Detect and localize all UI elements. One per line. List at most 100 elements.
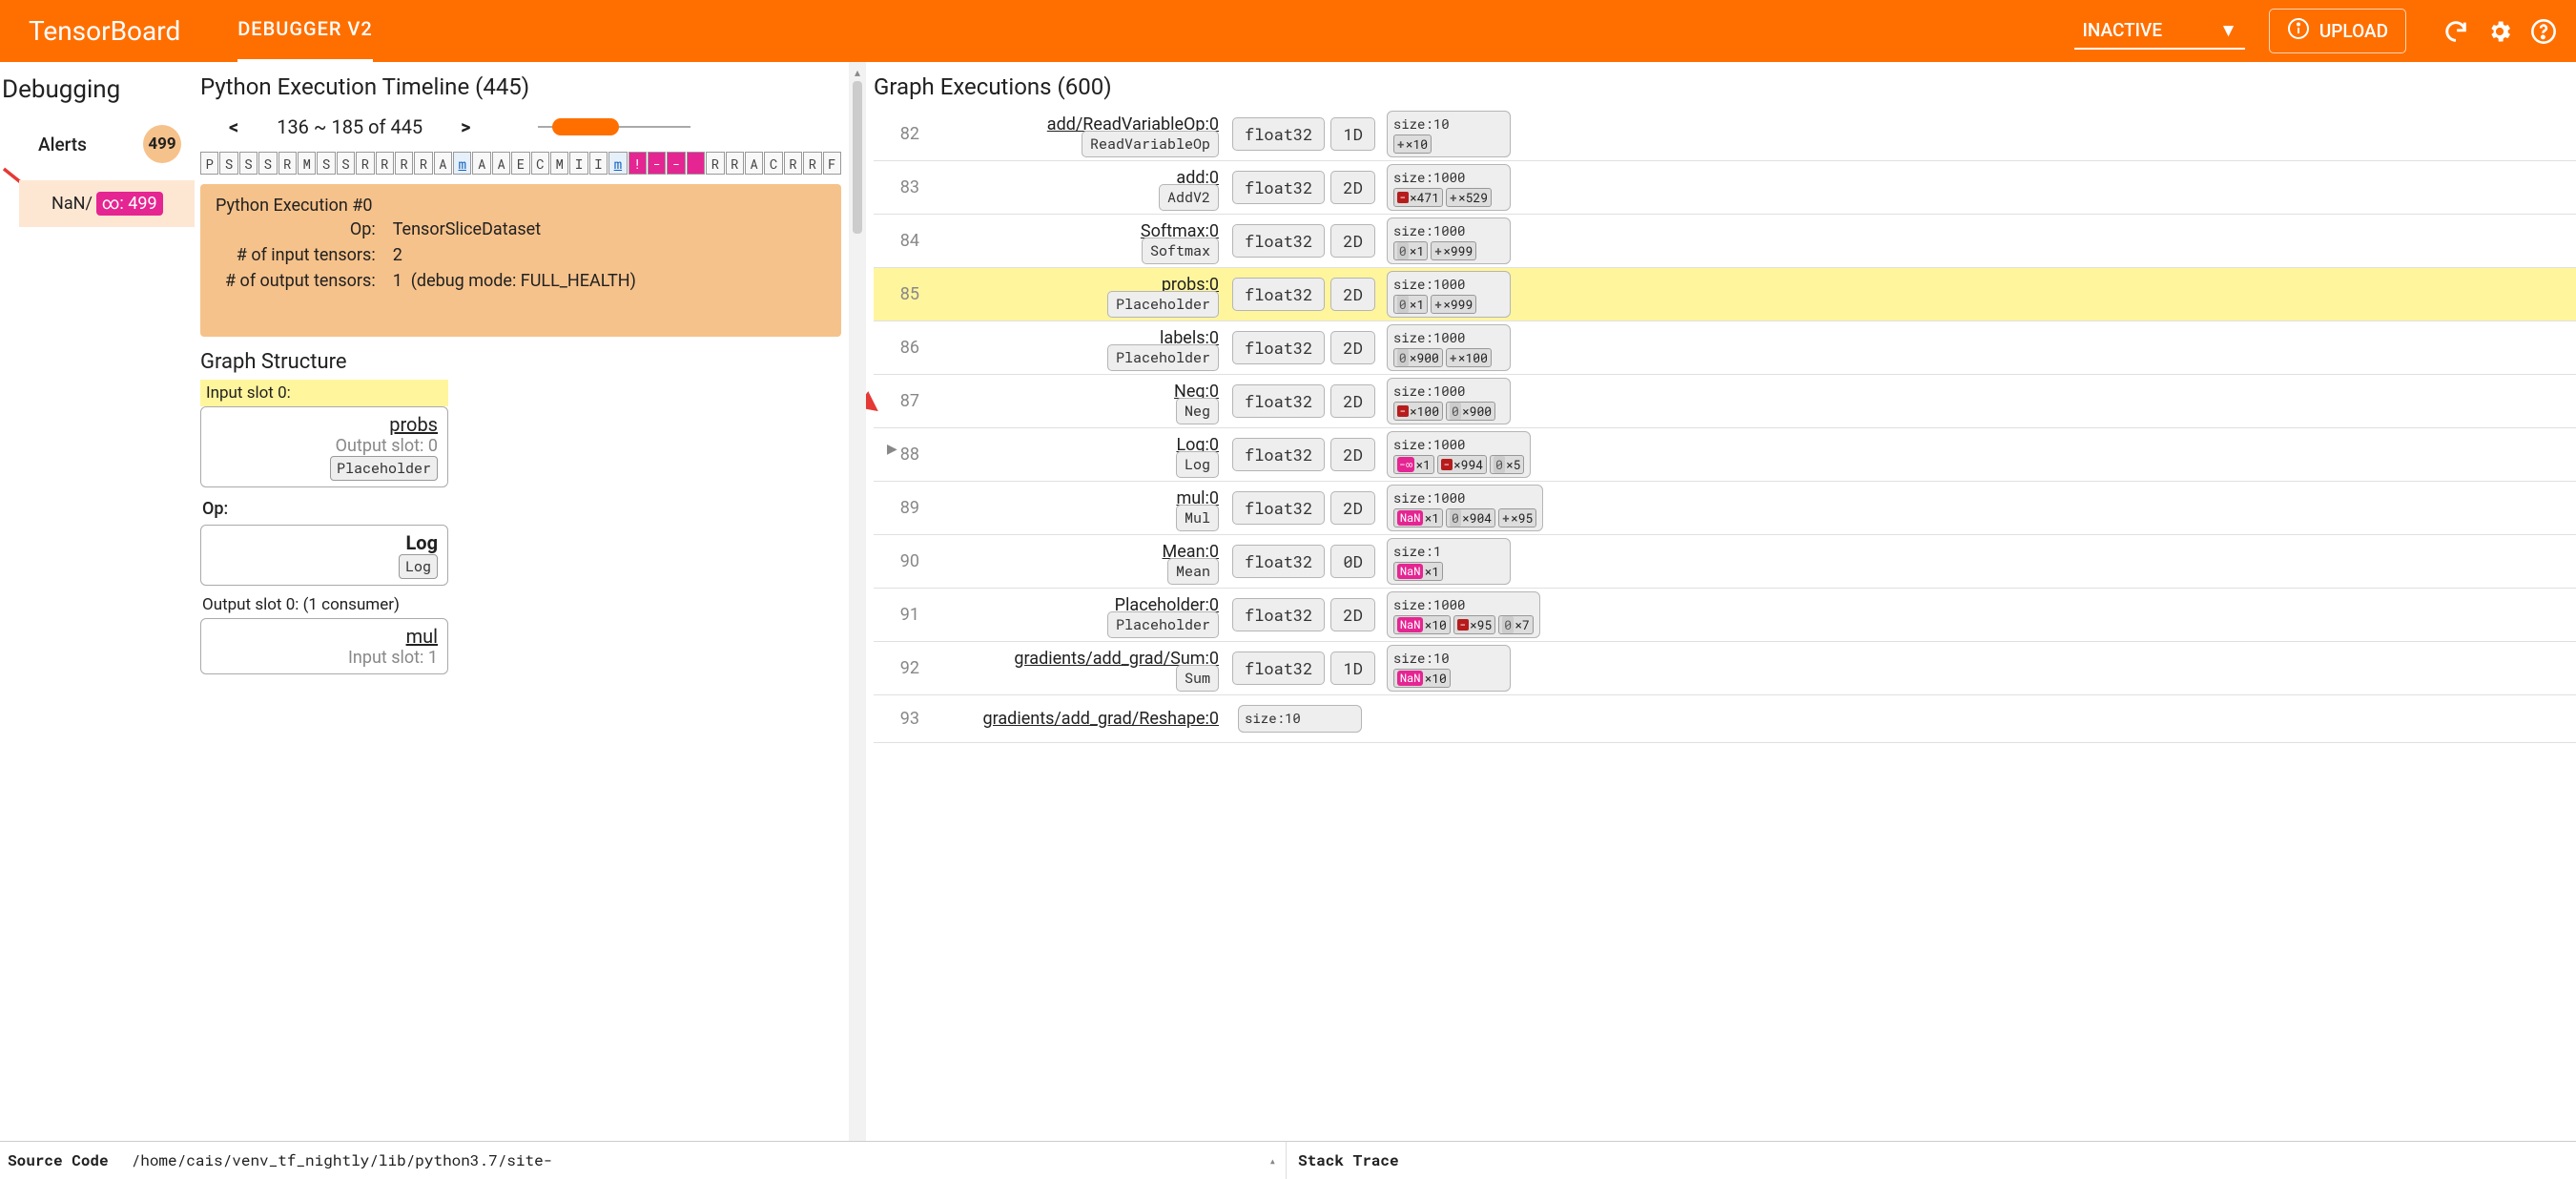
ge-name-cell: mul:0Mul bbox=[931, 488, 1226, 527]
ge-dtype-chip: float32 bbox=[1232, 278, 1325, 311]
timeline-next-button[interactable]: > bbox=[461, 115, 470, 138]
chevron-up-icon: ▴ bbox=[1269, 1153, 1276, 1169]
ge-name-cell: Neg:0Neg bbox=[931, 382, 1226, 421]
gear-icon[interactable] bbox=[2486, 18, 2513, 45]
footer: Source Code /home/cais/venv_tf_nightly/l… bbox=[0, 1141, 2576, 1179]
timeline-cell[interactable]: R bbox=[726, 152, 744, 175]
timeline-cell[interactable]: R bbox=[706, 152, 724, 175]
ge-op-chip: Mean bbox=[1167, 558, 1219, 585]
ge-index: 83 bbox=[874, 177, 931, 197]
alerts-label: Alerts bbox=[38, 134, 87, 155]
ge-row[interactable]: 89mul:0Mulfloat322Dsize:1000NaN×10×904+×… bbox=[874, 482, 2576, 535]
ge-row[interactable]: 92gradients/add_grad/Sum:0Sumfloat321Dsi… bbox=[874, 642, 2576, 695]
timeline-cell[interactable]: m bbox=[453, 152, 471, 175]
ge-tensor-link[interactable]: Log:0 bbox=[931, 435, 1219, 455]
ge-name-cell: Mean:0Mean bbox=[931, 542, 1226, 581]
timeline-cell[interactable]: R bbox=[803, 152, 821, 175]
timeline-cell[interactable]: A bbox=[472, 152, 490, 175]
ge-dtype-chip: float32 bbox=[1232, 545, 1325, 578]
timeline-prev-button[interactable]: < bbox=[229, 115, 238, 138]
timeline-cell[interactable]: R bbox=[414, 152, 432, 175]
ge-dim-chip: 1D bbox=[1330, 652, 1374, 685]
timeline-cell[interactable]: R bbox=[395, 152, 413, 175]
ge-row[interactable]: 87Neg:0Negfloat322Dsize:1000-×1000×900 bbox=[874, 375, 2576, 428]
timeline-cell[interactable]: R bbox=[376, 152, 394, 175]
timeline-cell[interactable]: S bbox=[219, 152, 237, 175]
ge-tensor-link[interactable]: gradients/add_grad/Reshape:0 bbox=[931, 709, 1219, 729]
timeline-cell[interactable]: - bbox=[667, 152, 685, 175]
center-scrollbar[interactable] bbox=[849, 62, 866, 1141]
timeline-cell[interactable]: M bbox=[298, 152, 316, 175]
timeline-cell[interactable]: A bbox=[434, 152, 452, 175]
ge-op-chip: Mul bbox=[1176, 505, 1219, 531]
ge-row[interactable]: 91Placeholder:0Placeholderfloat322Dsize:… bbox=[874, 589, 2576, 642]
refresh-icon[interactable] bbox=[2442, 18, 2469, 45]
ge-tensor-link[interactable]: Neg:0 bbox=[931, 382, 1219, 402]
exec-out: 1 bbox=[393, 271, 402, 291]
ge-row[interactable]: ▶88Log:0Logfloat322Dsize:1000-∞×1-×9940×… bbox=[874, 428, 2576, 482]
alert-item-label: NaN/ bbox=[52, 194, 93, 214]
input-node-sub: Output slot: 0 bbox=[211, 436, 438, 456]
timeline-cell[interactable] bbox=[687, 152, 705, 175]
stack-trace-panel-header[interactable]: Stack Trace bbox=[1287, 1142, 2576, 1179]
input-node-name: probs bbox=[211, 413, 438, 436]
ge-index: 85 bbox=[874, 284, 931, 304]
ge-row[interactable]: 82add/ReadVariableOp:0ReadVariableOpfloa… bbox=[874, 108, 2576, 161]
timeline-cell[interactable]: ! bbox=[629, 152, 647, 175]
timeline-range: 136 ~ 185 of 445 bbox=[277, 115, 422, 138]
ge-name-cell: gradients/add_grad/Reshape:0 bbox=[931, 709, 1226, 729]
ge-dtype-chip: float32 bbox=[1232, 598, 1325, 631]
timeline-cell[interactable]: R bbox=[278, 152, 297, 175]
input-node-op: Placeholder bbox=[330, 456, 438, 481]
ge-tensor-link[interactable]: mul:0 bbox=[931, 488, 1219, 508]
timeline-cell[interactable]: A bbox=[492, 152, 510, 175]
ge-dim-chip: 2D bbox=[1330, 171, 1374, 204]
ge-row[interactable]: 83add:0AddV2float322Dsize:1000-×471+×529 bbox=[874, 161, 2576, 215]
timeline-cell[interactable]: A bbox=[745, 152, 763, 175]
timeline-cell[interactable]: S bbox=[317, 152, 335, 175]
tab-debugger[interactable]: DEBUGGER V2 bbox=[237, 0, 372, 62]
mode-label: INACTIVE bbox=[2082, 19, 2162, 41]
ge-row[interactable]: 85probs:0Placeholderfloat322Dsize:10000×… bbox=[874, 268, 2576, 321]
help-icon[interactable] bbox=[2530, 18, 2557, 45]
ge-tensor-link[interactable]: gradients/add_grad/Sum:0 bbox=[931, 649, 1219, 669]
input-node[interactable]: probs Output slot: 0 Placeholder bbox=[200, 406, 448, 487]
exec-op-label: Op: bbox=[217, 217, 383, 241]
exec-op: TensorSliceDataset bbox=[385, 217, 644, 241]
ge-row[interactable]: 93gradients/add_grad/Reshape:0size:10 bbox=[874, 695, 2576, 743]
alert-item-nan[interactable]: NaN/ ∞: 499 bbox=[19, 180, 195, 227]
timeline-cell[interactable]: E bbox=[511, 152, 529, 175]
timeline-cell[interactable]: F bbox=[823, 152, 841, 175]
timeline-cell[interactable]: S bbox=[337, 152, 355, 175]
ge-row[interactable]: 86labels:0Placeholderfloat322Dsize:10000… bbox=[874, 321, 2576, 375]
ge-size-card: size:1000NaN×10×904+×95 bbox=[1387, 485, 1543, 531]
timeline-cell[interactable]: R bbox=[356, 152, 374, 175]
timeline-cell[interactable]: I bbox=[569, 152, 587, 175]
ge-row[interactable]: 90Mean:0Meanfloat320Dsize:1NaN×1 bbox=[874, 535, 2576, 589]
timeline-cell[interactable]: I bbox=[589, 152, 608, 175]
op-node[interactable]: Log Log bbox=[200, 525, 448, 586]
ge-row[interactable]: 84Softmax:0Softmaxfloat322Dsize:10000×1+… bbox=[874, 215, 2576, 268]
timeline-cell[interactable]: C bbox=[531, 152, 549, 175]
timeline-cell[interactable]: S bbox=[239, 152, 258, 175]
timeline-cell[interactable]: P bbox=[200, 152, 218, 175]
timeline-cell[interactable]: C bbox=[764, 152, 782, 175]
ge-dim-chip: 2D bbox=[1330, 384, 1374, 418]
ge-dtype-chip: float32 bbox=[1232, 384, 1325, 418]
sidebar-title: Debugging bbox=[0, 75, 200, 121]
brand-title: TensorBoard bbox=[29, 15, 180, 47]
timeline-cell[interactable]: S bbox=[258, 152, 277, 175]
timeline-cell[interactable]: R bbox=[784, 152, 802, 175]
upload-button[interactable]: UPLOAD bbox=[2269, 9, 2406, 53]
timeline-cell[interactable]: m bbox=[608, 152, 627, 175]
timeline-cell[interactable]: M bbox=[550, 152, 568, 175]
output-node[interactable]: mul Input slot: 1 bbox=[200, 618, 448, 674]
source-code-panel-header[interactable]: Source Code /home/cais/venv_tf_nightly/l… bbox=[0, 1142, 1287, 1179]
timeline-slider[interactable] bbox=[509, 126, 814, 128]
ge-size-card: size:10000×900+×100 bbox=[1387, 324, 1511, 371]
ge-name-cell: Log:0Log bbox=[931, 435, 1226, 474]
mode-dropdown[interactable]: INACTIVE ▼ bbox=[2074, 13, 2244, 50]
ge-dim-chip: 2D bbox=[1330, 491, 1374, 525]
ge-index: 90 bbox=[874, 551, 931, 571]
timeline-cell[interactable]: - bbox=[648, 152, 666, 175]
